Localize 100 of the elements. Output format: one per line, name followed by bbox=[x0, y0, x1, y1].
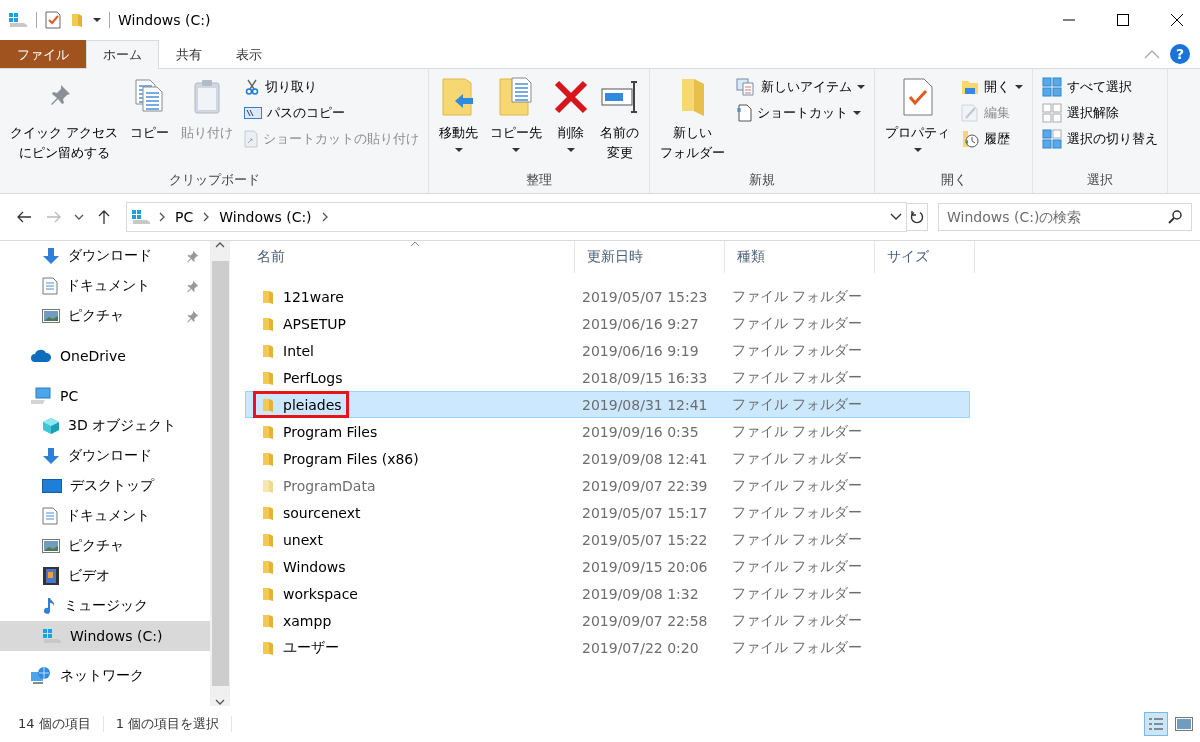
refresh-button[interactable] bbox=[906, 203, 928, 231]
file-row[interactable]: xampp 2019/09/07 22:58 ファイル フォルダー bbox=[245, 607, 970, 634]
address-field[interactable]: PC Windows (C:) bbox=[126, 202, 907, 232]
file-type: ファイル フォルダー bbox=[731, 287, 864, 306]
details-view-button[interactable] bbox=[1144, 712, 1168, 736]
new-item-icon bbox=[736, 78, 757, 96]
file-row[interactable]: Program Files (x86) 2019/09/08 12:41 ファイル フォルダー bbox=[245, 445, 970, 472]
checkmark-icon bbox=[45, 11, 61, 29]
pencil-document-icon bbox=[961, 104, 980, 122]
ribbon-button[interactable]: パスのコピー bbox=[241, 101, 423, 125]
ribbon-button[interactable]: 移動先 bbox=[435, 73, 483, 155]
file-name: sourcenext bbox=[283, 504, 361, 521]
grid-icon bbox=[1042, 103, 1063, 123]
grid-icon bbox=[1042, 129, 1063, 149]
sidebar-item[interactable]: ミュージック bbox=[0, 591, 210, 621]
sidebar-item[interactable]: Windows (C:) bbox=[0, 621, 210, 651]
sidebar-item[interactable]: ダウンロード bbox=[0, 441, 210, 471]
file-row[interactable]: ユーザー 2019/07/22 0:20 ファイル フォルダー bbox=[245, 634, 970, 661]
ribbon-button[interactable]: ショートカット bbox=[733, 101, 869, 125]
file-row[interactable]: workspace 2019/09/08 1:32 ファイル フォルダー bbox=[245, 580, 970, 607]
file-name: Program Files bbox=[283, 423, 378, 440]
ribbon-button[interactable]: 開く bbox=[958, 75, 1027, 99]
file-row[interactable]: Intel 2019/06/16 9:19 ファイル フォルダー bbox=[245, 337, 970, 364]
ribbon-button[interactable]: 新しいアイテム bbox=[733, 75, 869, 99]
modified-date: 2019/08/31 12:41 bbox=[581, 396, 709, 413]
ribbon-tab[interactable]: 共有 bbox=[159, 40, 219, 68]
column-header[interactable]: 名前 bbox=[245, 241, 575, 273]
file-row[interactable]: unext 2019/05/07 15:22 ファイル フォルダー bbox=[245, 526, 970, 553]
file-row[interactable]: sourcenext 2019/05/07 15:17 ファイル フォルダー bbox=[245, 499, 970, 526]
scrollbar-thumb[interactable] bbox=[211, 261, 229, 686]
column-header[interactable]: サイズ bbox=[875, 241, 975, 273]
forward-arrow-icon bbox=[46, 210, 62, 224]
modified-date: 2019/09/08 1:32 bbox=[581, 585, 700, 602]
caret-icon bbox=[857, 84, 866, 90]
file-type: ファイル フォルダー bbox=[731, 530, 864, 549]
sidebar-item[interactable]: ネットワーク bbox=[0, 661, 210, 691]
file-menu-tab[interactable]: ファイル bbox=[0, 40, 86, 68]
download-arrow-icon bbox=[42, 247, 60, 265]
rename-icon bbox=[600, 80, 639, 114]
sidebar-item[interactable]: ピクチャ bbox=[0, 301, 210, 331]
history-icon bbox=[961, 130, 980, 148]
folder-icon bbox=[260, 477, 276, 494]
ribbon-tab[interactable]: ホーム bbox=[86, 40, 159, 69]
folder-icon bbox=[260, 504, 276, 521]
ribbon-button[interactable]: コピー先 bbox=[486, 73, 547, 155]
folder-icon bbox=[260, 450, 276, 467]
ribbon-button[interactable]: 履歴 bbox=[958, 127, 1027, 151]
cube-icon bbox=[42, 417, 60, 435]
picture-icon bbox=[1175, 717, 1193, 731]
delete-icon bbox=[554, 80, 589, 114]
column-header[interactable]: 更新日時 bbox=[575, 241, 725, 273]
sidebar-item[interactable]: 3D オブジェクト bbox=[0, 411, 210, 441]
file-name: workspace bbox=[283, 585, 358, 602]
ribbon-button[interactable]: 新しい フォルダー bbox=[656, 73, 730, 164]
caret-icon bbox=[454, 146, 463, 153]
file-row[interactable]: Windows 2019/09/15 20:06 ファイル フォルダー bbox=[245, 553, 970, 580]
sidebar-item[interactable]: ドキュメント bbox=[0, 271, 210, 301]
breadcrumb[interactable]: Windows (C:) bbox=[217, 209, 314, 225]
ribbon-button[interactable]: 切り取り bbox=[241, 75, 423, 99]
ribbon-button[interactable]: すべて選択 bbox=[1039, 75, 1162, 99]
ribbon-button[interactable]: 選択解除 bbox=[1039, 101, 1162, 125]
ribbon-button[interactable]: クイック アクセス にピン留めする bbox=[6, 73, 123, 164]
file-row[interactable]: APSETUP 2019/06/16 9:27 ファイル フォルダー bbox=[245, 310, 970, 337]
shortcut-icon bbox=[244, 130, 259, 148]
ribbon-tab[interactable]: 表示 bbox=[219, 40, 279, 68]
folder-icon bbox=[260, 585, 276, 602]
scrollbar[interactable] bbox=[210, 241, 230, 706]
file-name: APSETUP bbox=[283, 315, 346, 332]
ribbon-button[interactable]: コピー bbox=[126, 73, 174, 145]
file-row[interactable]: pleiades 2019/08/31 12:41 ファイル フォルダー bbox=[245, 391, 970, 418]
breadcrumb[interactable]: PC bbox=[173, 209, 196, 225]
file-name: Windows bbox=[283, 558, 346, 575]
sidebar-item[interactable]: ピクチャ bbox=[0, 531, 210, 561]
file-row[interactable]: ProgramData 2019/09/07 22:39 ファイル フォルダー bbox=[245, 472, 970, 499]
folder-icon bbox=[260, 612, 276, 629]
search-field[interactable]: Windows (C:)の検索 bbox=[938, 203, 1192, 231]
sidebar-item[interactable]: デスクトップ bbox=[0, 471, 210, 501]
file-row[interactable]: PerfLogs 2018/09/15 16:33 ファイル フォルダー bbox=[245, 364, 970, 391]
file-name: ユーザー bbox=[283, 638, 339, 657]
file-row[interactable]: Program Files 2019/09/16 0:35 ファイル フォルダー bbox=[245, 418, 970, 445]
file-name: 121ware bbox=[283, 288, 344, 305]
ribbon-button[interactable]: 名前の 変更 bbox=[596, 73, 644, 164]
modified-date: 2019/09/16 0:35 bbox=[581, 423, 700, 440]
sidebar-item[interactable]: ドキュメント bbox=[0, 501, 210, 531]
sidebar-item[interactable]: PC bbox=[0, 381, 210, 411]
checkmark-document-icon bbox=[902, 78, 933, 116]
file-row[interactable]: 121ware 2019/05/07 15:23 ファイル フォルダー bbox=[245, 283, 970, 310]
download-arrow-icon bbox=[42, 447, 60, 465]
column-header[interactable]: 種類 bbox=[725, 241, 875, 273]
ribbon-button[interactable]: 削除 bbox=[550, 73, 593, 155]
ribbon-button[interactable]: プロパティ bbox=[881, 73, 955, 155]
help-button[interactable]: ? bbox=[1170, 44, 1190, 64]
sidebar-item[interactable]: ダウンロード bbox=[0, 241, 210, 271]
sidebar-item[interactable]: ビデオ bbox=[0, 561, 210, 591]
pages-icon bbox=[134, 79, 165, 115]
ribbon-button[interactable]: 選択の切り替え bbox=[1039, 127, 1162, 151]
file-type: ファイル フォルダー bbox=[731, 503, 864, 522]
sidebar-item[interactable]: OneDrive bbox=[0, 341, 210, 371]
modified-date: 2019/05/07 15:17 bbox=[581, 504, 709, 521]
chevron-icon bbox=[157, 211, 167, 223]
